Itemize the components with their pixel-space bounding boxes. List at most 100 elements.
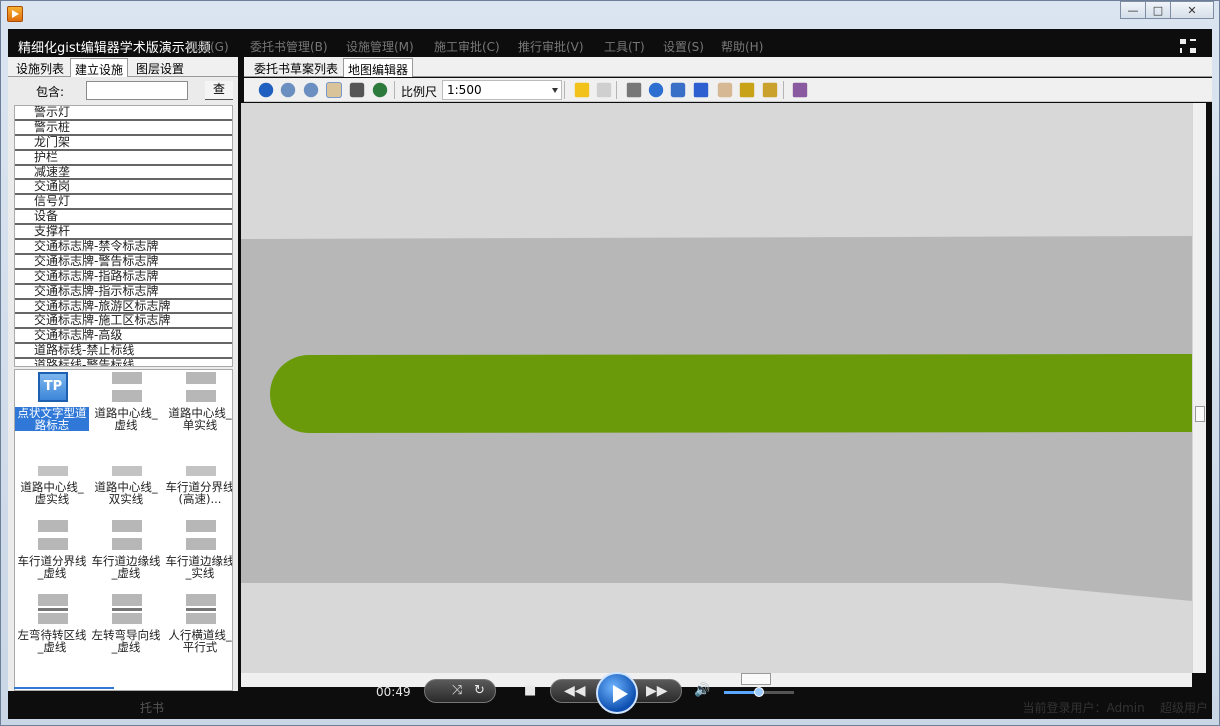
category-item[interactable]: 信号灯 bbox=[15, 195, 232, 211]
volume-slider[interactable] bbox=[724, 687, 794, 697]
zoom-in-icon[interactable] bbox=[280, 82, 296, 98]
video-area: 精细化gist编辑器学术版演示视频 视图(G) 委托书管理(B) 设施管理(M)… bbox=[8, 29, 1212, 719]
info-icon[interactable] bbox=[258, 82, 274, 98]
category-item[interactable]: 道路标线-警告标线 bbox=[15, 359, 232, 366]
tab-build-facility[interactable]: 建立设施 bbox=[70, 58, 129, 77]
menu-view[interactable]: 视图(G) bbox=[186, 38, 229, 55]
symbol-item[interactable]: 左弯待转区线_虚线 bbox=[15, 594, 89, 666]
category-item[interactable]: 道路标线-禁止标线 bbox=[15, 344, 232, 360]
category-item[interactable]: 警示桩 bbox=[15, 121, 232, 136]
symbol-item[interactable]: 车行道分界线_虚线 bbox=[15, 520, 89, 592]
menu-facilities[interactable]: 设施管理(M) bbox=[346, 38, 414, 55]
category-item[interactable]: 交通标志牌-施工区标志牌 bbox=[15, 314, 232, 330]
shuffle-icon[interactable]: ⤨ bbox=[452, 683, 462, 698]
media-player-controls: 00:49 ⤨ ↻ ■ ◀◀ ▶▶ 🔊 bbox=[368, 672, 808, 715]
edge-solid-icon bbox=[186, 520, 216, 550]
symbol-item[interactable]: 左转弯导向线_虚线 bbox=[89, 594, 163, 666]
toolbar-separator bbox=[564, 81, 565, 99]
repeat-icon[interactable]: ↻ bbox=[474, 683, 485, 698]
fast-forward-icon[interactable]: ▶▶ bbox=[646, 683, 668, 699]
full-extent-icon[interactable] bbox=[349, 82, 365, 98]
turn-guide-icon bbox=[112, 594, 142, 624]
close-button[interactable]: ✕ bbox=[1170, 1, 1214, 19]
vertical-scroll-thumb[interactable] bbox=[1195, 406, 1205, 422]
filter-input[interactable] bbox=[86, 81, 188, 100]
stop-icon[interactable]: ■ bbox=[524, 683, 536, 698]
category-item[interactable]: 交通标志牌-旅游区标志牌 bbox=[15, 300, 232, 315]
category-item[interactable]: 龙门架 bbox=[15, 136, 232, 151]
map-toolbar: 比例尺 1:500 bbox=[244, 78, 1212, 102]
category-item[interactable]: 警示灯 bbox=[15, 106, 232, 121]
menubar: 精细化gist编辑器学术版演示视频 视图(G) 委托书管理(B) 设施管理(M)… bbox=[8, 35, 1212, 56]
identify-icon[interactable] bbox=[670, 82, 686, 98]
category-item[interactable]: 交通标志牌-警告标志牌 bbox=[15, 255, 232, 270]
menu-promotion[interactable]: 推行审批(V) bbox=[518, 38, 584, 55]
category-item[interactable]: 交通标志牌-指路标志牌 bbox=[15, 270, 232, 285]
lane-dashed-icon bbox=[38, 520, 68, 550]
menu-help[interactable]: 帮助(H) bbox=[721, 38, 763, 55]
category-item[interactable]: 交通标志牌-指示标志牌 bbox=[15, 285, 232, 300]
toolbar-separator bbox=[394, 81, 395, 99]
volume-knob[interactable] bbox=[754, 687, 764, 697]
select-icon[interactable] bbox=[717, 82, 733, 98]
menu-tools[interactable]: 工具(T) bbox=[604, 38, 645, 55]
map-canvas[interactable] bbox=[241, 103, 1192, 673]
symbol-item[interactable]: 人行横道线_平行式 bbox=[163, 594, 232, 666]
map-vertical-scrollbar[interactable] bbox=[1192, 103, 1206, 673]
menu-commission[interactable]: 委托书管理(B) bbox=[250, 38, 328, 55]
category-item[interactable]: 护栏 bbox=[15, 151, 232, 166]
symbol-item[interactable]: 车行道边缘线_实线 bbox=[163, 520, 233, 592]
filter-label: 包含: bbox=[36, 85, 65, 99]
symbol-item[interactable]: 道路中心线_虚线 bbox=[89, 372, 163, 444]
search-button[interactable]: 查 bbox=[205, 81, 233, 100]
category-item[interactable]: 交通标志牌-禁令标志牌 bbox=[15, 240, 232, 255]
symbol-item[interactable]: TP 点状文字型道路标志 bbox=[15, 372, 89, 444]
category-item[interactable]: 减速垄 bbox=[15, 166, 232, 181]
symbol-label: 车行道边缘线_虚线 bbox=[91, 554, 161, 580]
symbol-label: 道路中心线_单实线 bbox=[168, 406, 232, 432]
status-user: 当前登录用户：Admin 超级用户 bbox=[1022, 699, 1208, 716]
maximize-button[interactable]: □ bbox=[1145, 1, 1171, 19]
document-tabs: 委托书草案列表 地图编辑器 bbox=[244, 57, 1212, 77]
forward-icon[interactable] bbox=[596, 82, 612, 98]
scale-dropdown[interactable]: 1:500 bbox=[442, 80, 562, 100]
left-panel: 设施列表 建立设施 图层设置 包含: 查 警示灯 警示桩 龙门架 护栏 减速垄 交通岗 信号… bbox=[8, 57, 238, 691]
symbol-label: 道路中心线_虚实线 bbox=[20, 480, 84, 506]
symbol-label: 左转弯导向线_虚线 bbox=[91, 628, 161, 654]
layers-icon[interactable] bbox=[739, 82, 755, 98]
tab-map-editor[interactable]: 地图编辑器 bbox=[343, 58, 414, 77]
symbol-label: 车行道边缘线_实线 bbox=[165, 554, 233, 580]
tab-facility-list[interactable]: 设施列表 bbox=[12, 58, 68, 77]
symbol-item[interactable]: 车行道边缘线_虚线 bbox=[89, 520, 163, 592]
globe-icon[interactable] bbox=[372, 82, 388, 98]
lane-divider-icon bbox=[186, 446, 216, 476]
menu-settings[interactable]: 设置(S) bbox=[663, 38, 704, 55]
category-item[interactable]: 交通岗 bbox=[15, 180, 232, 196]
measure-icon[interactable] bbox=[626, 82, 642, 98]
undo-icon[interactable] bbox=[648, 82, 664, 98]
zoom-out-icon[interactable] bbox=[303, 82, 319, 98]
rewind-icon[interactable]: ◀◀ bbox=[564, 683, 586, 699]
symbol-item[interactable]: 道路中心线_单实线 bbox=[163, 372, 232, 444]
user-role: 超级用户 bbox=[1159, 701, 1208, 715]
clear-icon[interactable] bbox=[762, 82, 778, 98]
symbol-item[interactable]: 道路中心线_双实线 bbox=[89, 446, 163, 518]
category-item[interactable]: 支撑杆 bbox=[15, 225, 232, 241]
minimize-button[interactable]: — bbox=[1120, 1, 1146, 19]
road-feature-selected[interactable] bbox=[270, 354, 1192, 433]
pan-icon[interactable] bbox=[325, 82, 343, 98]
volume-icon[interactable]: 🔊 bbox=[694, 683, 710, 698]
fullscreen-icon[interactable] bbox=[1180, 39, 1196, 53]
tab-draft-list[interactable]: 委托书草案列表 bbox=[250, 58, 342, 77]
tab-layer-settings[interactable]: 图层设置 bbox=[132, 58, 188, 77]
back-icon[interactable] bbox=[574, 82, 590, 98]
menu-construction[interactable]: 施工审批(C) bbox=[434, 38, 500, 55]
category-item[interactable]: 设备 bbox=[15, 210, 232, 226]
play-button[interactable] bbox=[596, 672, 638, 714]
export-icon[interactable] bbox=[792, 82, 808, 98]
symbol-label: 左弯待转区线_虚线 bbox=[17, 628, 87, 654]
symbol-item[interactable]: 道路中心线_虚实线 bbox=[15, 446, 89, 518]
symbol-item[interactable]: 车行道分界线(高速)... bbox=[163, 446, 232, 518]
pin-icon[interactable] bbox=[693, 82, 709, 98]
category-item[interactable]: 交通标志牌-高级 bbox=[15, 329, 232, 345]
